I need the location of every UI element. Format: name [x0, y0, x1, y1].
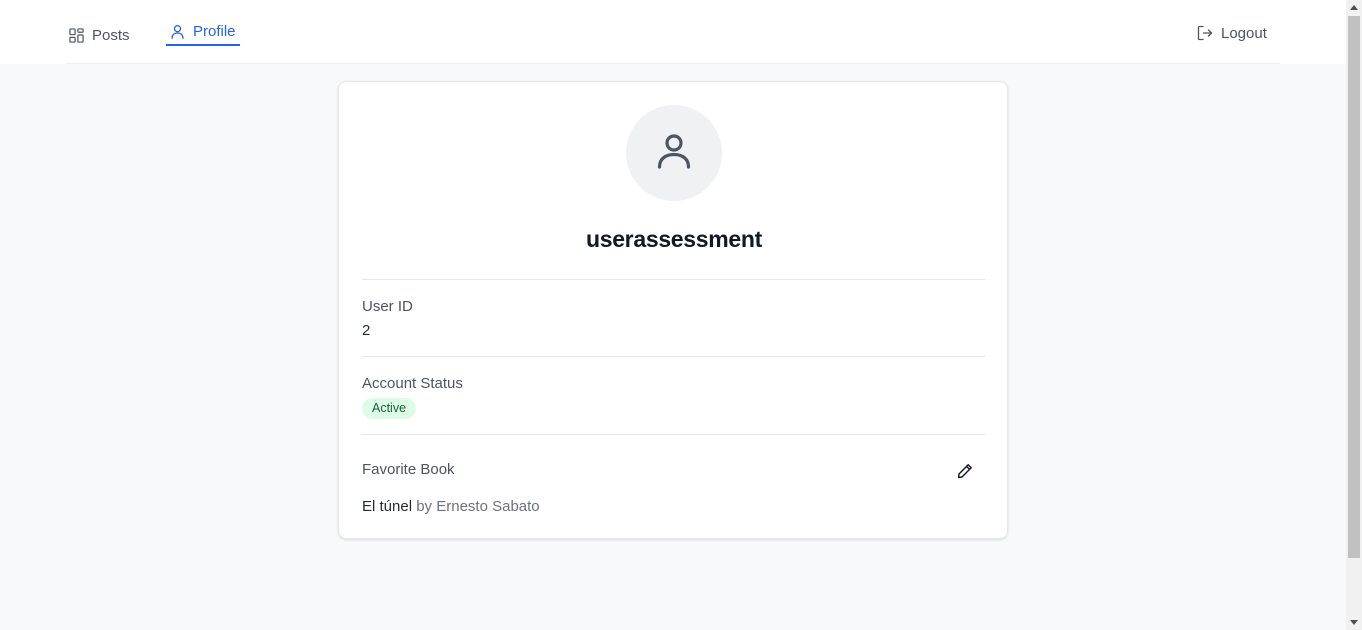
- divider: [362, 356, 985, 357]
- pencil-icon: [957, 463, 973, 482]
- nav-posts-label: Posts: [92, 26, 130, 44]
- app-viewport: Posts Profile Logout userassessment User…: [0, 0, 1346, 630]
- status-badge: Active: [362, 398, 417, 419]
- logout-label: Logout: [1221, 24, 1267, 42]
- avatar-user-icon: [654, 131, 694, 176]
- user-id-label: User ID: [362, 298, 413, 315]
- avatar: [626, 105, 722, 201]
- profile-card: userassessment User ID 2 Account Status …: [338, 81, 1008, 539]
- account-status-label: Account Status: [362, 375, 463, 392]
- top-navigation-bar: Posts Profile Logout: [0, 0, 1346, 64]
- favorite-book-title: El túnel: [362, 498, 413, 515]
- edit-favorite-book-button[interactable]: [953, 460, 977, 484]
- logout-icon: [1197, 25, 1213, 41]
- scroll-down-arrow-icon[interactable]: [1350, 620, 1358, 625]
- grid-icon: [69, 27, 84, 43]
- logout-button[interactable]: Logout: [1197, 20, 1267, 46]
- divider: [362, 279, 985, 280]
- user-id-value: 2: [362, 322, 371, 339]
- nav-link-posts[interactable]: Posts: [69, 22, 130, 48]
- vertical-scrollbar[interactable]: [1346, 0, 1362, 630]
- user-icon: [170, 24, 185, 39]
- favorite-book-author: by Ernesto Sabato: [416, 498, 540, 515]
- favorite-book-label: Favorite Book: [362, 461, 455, 478]
- top-navigation-inner: Posts Profile Logout: [66, 0, 1280, 64]
- profile-username: userassessment: [585, 226, 763, 252]
- nav-profile-label: Profile: [193, 22, 236, 40]
- nav-link-profile[interactable]: Profile: [166, 20, 240, 46]
- favorite-book-value: El túnel by Ernesto Sabato: [362, 498, 540, 515]
- scrollbar-thumb[interactable]: [1348, 16, 1360, 558]
- divider: [362, 434, 985, 435]
- scroll-up-arrow-icon[interactable]: [1350, 5, 1358, 10]
